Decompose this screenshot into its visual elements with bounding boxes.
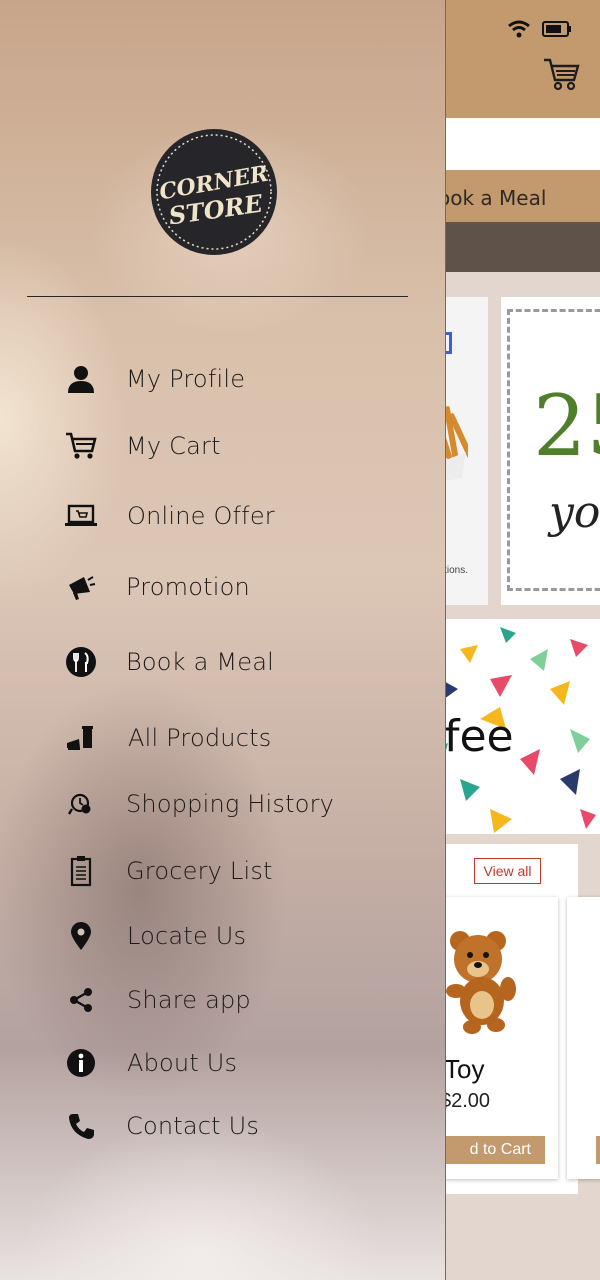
promo-card-discount[interactable]: 25 yo: [501, 297, 600, 605]
product-name: Toy: [444, 1054, 485, 1084]
menu-label: Online Offer: [127, 502, 275, 530]
menu-item-promotion[interactable]: Promotion: [0, 562, 446, 612]
cart-icon: [64, 429, 98, 463]
person-icon: [64, 362, 98, 396]
menu-item-grocery-list[interactable]: Grocery List: [0, 846, 446, 896]
menu-label: Contact Us: [126, 1112, 260, 1140]
info-icon: [64, 1046, 98, 1080]
discount-number: 25: [533, 377, 600, 475]
corner-store-logo: CORNER STORE: [151, 129, 277, 255]
menu-item-about-us[interactable]: About Us: [0, 1038, 446, 1088]
menu-item-contact-us[interactable]: Contact Us: [0, 1101, 446, 1151]
drawer-divider: [27, 296, 408, 297]
menu-item-book-a-meal[interactable]: Book a Meal: [0, 637, 446, 687]
discount-text: yo: [549, 487, 600, 538]
share-icon: [64, 983, 98, 1017]
megaphone-icon: [64, 570, 98, 604]
clipboard-icon: [64, 854, 98, 888]
add-to-cart-button[interactable]: d to Cart: [434, 1136, 545, 1164]
status-bar: [508, 20, 572, 38]
menu-label: About Us: [127, 1049, 238, 1077]
location-pin-icon: [64, 919, 98, 953]
navigation-drawer[interactable]: CORNER STORE My Profile My Cart Online O…: [0, 0, 446, 1280]
menu-label: All Products: [128, 724, 272, 752]
view-all-button[interactable]: View all: [474, 858, 541, 884]
promo-banner-coffee[interactable]: fee: [420, 619, 600, 834]
menu-item-all-products[interactable]: All Products: [0, 713, 446, 763]
menu-item-share-app[interactable]: Share app: [0, 975, 446, 1025]
menu-label: Share app: [127, 986, 251, 1014]
menu-label: My Cart: [126, 432, 221, 460]
cart-icon[interactable]: [542, 56, 580, 92]
menu-label: Locate Us: [127, 922, 247, 950]
menu-label: My Profile: [126, 365, 246, 393]
menu-item-shopping-history[interactable]: Shopping History: [0, 779, 446, 829]
battery-icon: [542, 21, 571, 37]
fork-knife-icon: [64, 645, 98, 679]
menu-item-locate-us[interactable]: Locate Us: [0, 911, 446, 961]
tab-book-a-meal[interactable]: ook a Meal: [438, 186, 546, 210]
banner-text: fee: [444, 711, 514, 762]
menu-item-my-cart[interactable]: My Cart: [0, 421, 446, 471]
products-icon: [64, 721, 98, 755]
menu-item-online-offer[interactable]: Online Offer: [0, 491, 446, 541]
teddy-bear-image: [446, 931, 516, 1034]
wifi-icon: [508, 20, 530, 38]
add-to-cart-button[interactable]: [596, 1136, 600, 1164]
phone-icon: [64, 1109, 98, 1143]
menu-label: Shopping History: [126, 790, 335, 818]
laptop-cart-icon: [64, 499, 98, 533]
menu-item-my-profile[interactable]: My Profile: [0, 354, 446, 404]
product-card[interactable]: [567, 897, 600, 1179]
product-price: $2.00: [440, 1090, 491, 1112]
history-icon: [64, 787, 98, 821]
menu-label: Promotion: [126, 573, 250, 601]
menu-label: Grocery List: [126, 857, 273, 885]
menu-label: Book a Meal: [126, 648, 274, 676]
